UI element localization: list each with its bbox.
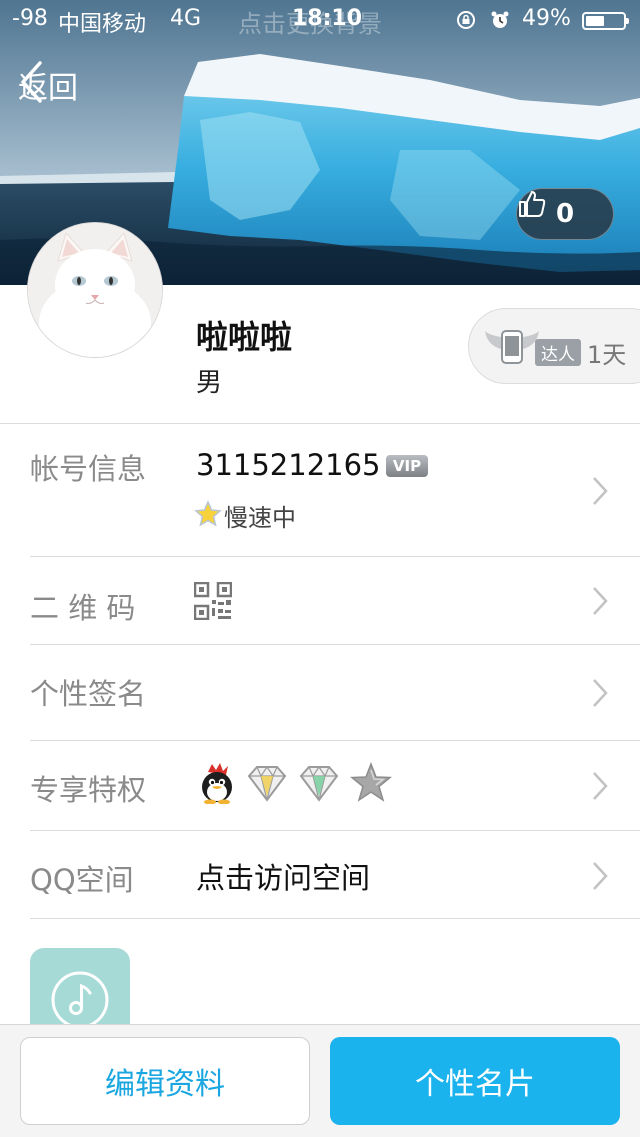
rotation-lock-icon	[457, 11, 475, 29]
row-label-qzone: QQ空间	[30, 863, 134, 897]
account-number: 3115212165	[196, 448, 381, 482]
star-icon	[194, 500, 222, 527]
personal-card-button[interactable]: 个性名片	[330, 1037, 620, 1125]
chevron-right-icon	[593, 862, 608, 890]
edit-profile-button[interactable]: 编辑资料	[20, 1037, 310, 1125]
like-button[interactable]: 0	[516, 188, 614, 240]
qq-penguin-icon	[202, 763, 232, 804]
chevron-left-icon	[21, 61, 42, 103]
green-diamond-icon	[299, 765, 339, 802]
chevron-right-icon	[593, 772, 608, 800]
network-type: 4G	[170, 6, 202, 31]
clock: 18:10	[292, 6, 363, 31]
row-account-info[interactable]: 帐号信息	[0, 424, 640, 556]
daren-badge[interactable]: 达人 1天	[468, 308, 640, 384]
gold-diamond-icon	[247, 765, 287, 802]
row-label-signature: 个性签名	[30, 677, 147, 711]
chevron-right-icon	[593, 587, 608, 615]
battery-icon	[582, 12, 629, 30]
chevron-right-icon	[593, 679, 608, 707]
carrier-name: 中国移动	[58, 12, 147, 37]
divider	[30, 918, 640, 919]
row-label-account: 帐号信息	[30, 452, 147, 486]
bottom-action-bar: 编辑资料 个性名片	[0, 1024, 640, 1137]
avatar[interactable]	[28, 223, 162, 357]
back-button[interactable]: 返回	[18, 60, 78, 110]
qr-code-icon	[194, 582, 232, 620]
thumbs-up-icon	[519, 191, 546, 217]
daren-tag: 达人	[535, 339, 581, 366]
chevron-right-icon	[593, 477, 608, 505]
white-cat-avatar	[28, 223, 162, 357]
row-label-qrcode: 二 维 码	[30, 591, 136, 625]
battery-level	[586, 16, 604, 26]
battery-percent: 49%	[522, 6, 571, 31]
row-qrcode[interactable]: 二 维 码	[0, 557, 640, 645]
daren-days: 1天	[587, 341, 627, 369]
qzone-visit-link[interactable]: 点击访问空间	[196, 855, 370, 897]
gray-star-icon	[350, 762, 392, 802]
speed-status: 慢速中	[224, 504, 296, 532]
signal-strength: -98	[12, 6, 48, 31]
status-bar: -98 中国移动 4G 点击更换背景 18:10 49%	[0, 0, 640, 40]
row-label-privileges: 专享特权	[30, 773, 147, 807]
vip-badge: VIP	[386, 455, 428, 477]
winged-phone-icon	[485, 330, 539, 364]
row-signature[interactable]: 个性签名	[0, 645, 640, 740]
alarm-icon	[491, 11, 509, 28]
profile-gender: 男	[196, 368, 223, 398]
profile-name: 啦啦啦	[196, 318, 293, 356]
like-count: 0	[555, 199, 575, 229]
